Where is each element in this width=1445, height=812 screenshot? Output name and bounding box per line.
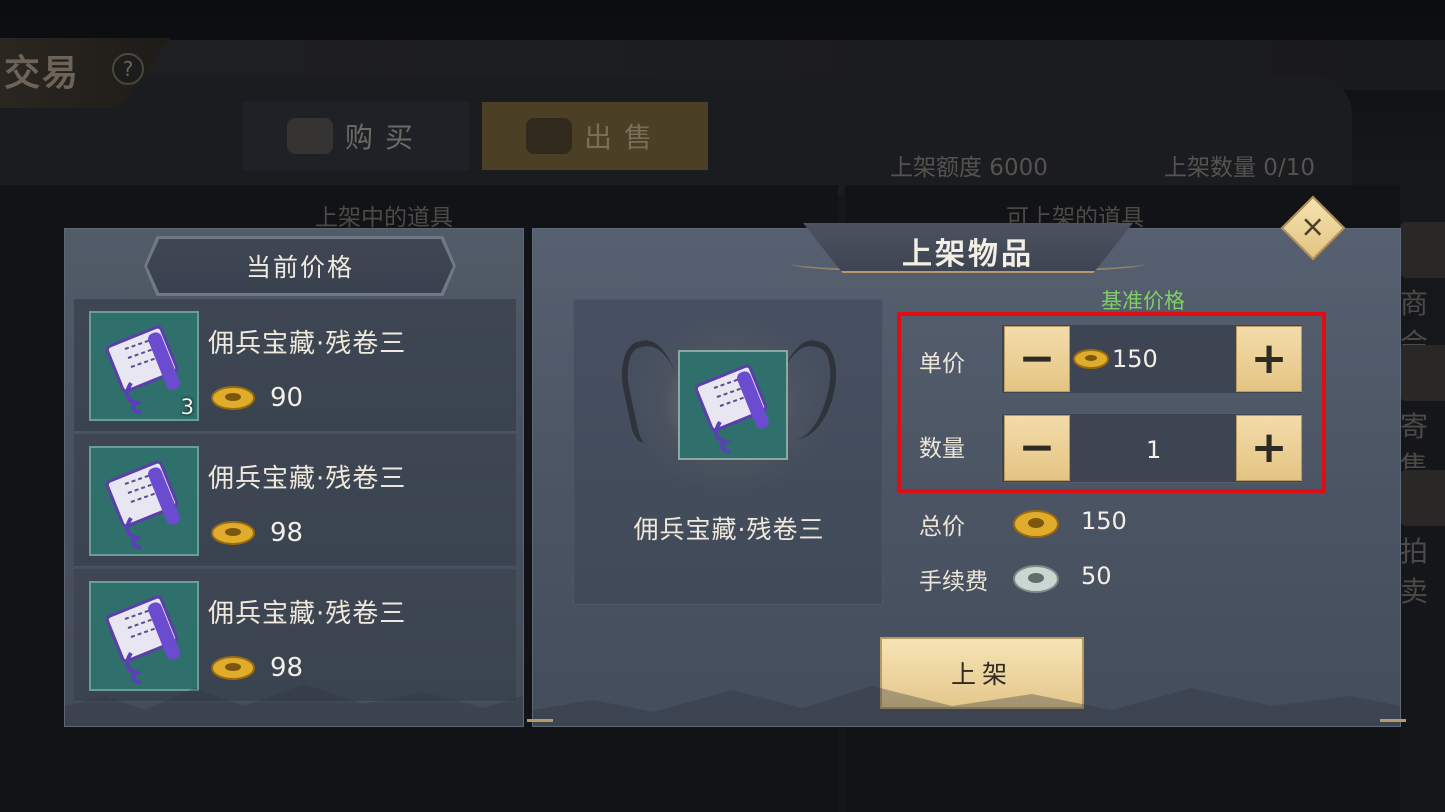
fee-value: 50 [1081, 562, 1112, 590]
treasure-chest-icon [525, 118, 572, 154]
listed-items-header: 上架中的道具 [315, 205, 453, 231]
price-list-row[interactable]: 3 佣兵宝藏·残卷三 90 [74, 299, 516, 432]
tab-buy-label: 购买 [344, 121, 425, 154]
item-name: 佣兵宝藏·残卷三 [208, 464, 407, 494]
price-list: 3 佣兵宝藏·残卷三 90 佣兵宝藏·残卷三 98 佣兵宝藏·残卷三 98 [74, 299, 516, 704]
item-price-value: 90 [270, 383, 304, 413]
side-menu-guild[interactable]: 商会 [1400, 222, 1445, 362]
item-preview: 佣兵宝藏·残卷三 [573, 299, 883, 605]
preview-item-slot [678, 350, 788, 460]
total-price-label: 总价 [919, 514, 965, 540]
side-menu-consign[interactable]: 寄售 [1400, 345, 1445, 485]
listing-quota: 上架额度 6000 [890, 155, 1048, 181]
guild-icon [1400, 222, 1445, 278]
side-menu-auction[interactable]: 拍卖 [1400, 470, 1445, 610]
item-price: 90 [210, 383, 303, 413]
total-price-value: 150 [1081, 507, 1127, 535]
corner-ornament-right [1380, 708, 1406, 722]
current-price-title: 当前价格 [245, 253, 354, 282]
item-price-value: 98 [270, 518, 304, 548]
dialog-title: 上架物品 [902, 237, 1034, 272]
listing-dialog: 上架物品 × 佣兵宝藏·残卷三 基准价格 单价 − 150 + 数量 − 1 +… [527, 195, 1406, 727]
tab-sell[interactable]: 出售 [482, 102, 708, 170]
item-price: 98 [210, 518, 303, 548]
mountain-decoration [65, 684, 523, 726]
mountain-decoration [533, 686, 1400, 726]
silver-coin-icon [1013, 565, 1059, 593]
item-name: 佣兵宝藏·残卷三 [208, 599, 407, 629]
price-quantity-highlight [897, 312, 1326, 493]
item-slot: 3 [89, 311, 199, 421]
listing-count: 上架数量 0/10 [1164, 155, 1315, 181]
current-price-header: 当前价格 [147, 239, 453, 293]
side-menu-auction-label: 拍卖 [1400, 535, 1429, 608]
preview-item-name: 佣兵宝藏·残卷三 [633, 515, 825, 544]
coins-icon [286, 118, 333, 154]
price-list-row[interactable]: 佣兵宝藏·残卷三 98 [74, 434, 516, 567]
tab-buy[interactable]: 购买 [243, 102, 469, 170]
item-count: 3 [180, 395, 194, 419]
fee-label: 手续费 [919, 569, 988, 595]
scroll-icon [694, 364, 769, 454]
item-slot [89, 446, 199, 556]
item-name: 佣兵宝藏·残卷三 [208, 329, 407, 359]
consign-icon [1400, 345, 1445, 401]
gold-coin-icon [211, 386, 255, 410]
scroll-icon [105, 460, 180, 550]
gold-coin-icon [1013, 510, 1059, 538]
tab-sell-label: 出售 [583, 121, 664, 154]
close-icon: × [1300, 209, 1326, 245]
auction-icon [1400, 470, 1445, 526]
page-title: 交易 [4, 52, 81, 94]
current-price-panel: 当前价格 3 佣兵宝藏·残卷三 90 佣兵宝藏·残卷三 98 佣兵宝藏·残卷三 … [64, 228, 524, 727]
help-icon[interactable]: ? [112, 53, 144, 85]
base-price-label: 基准价格 [1101, 289, 1185, 313]
gold-coin-icon [211, 521, 255, 545]
corner-ornament-left [527, 708, 553, 722]
